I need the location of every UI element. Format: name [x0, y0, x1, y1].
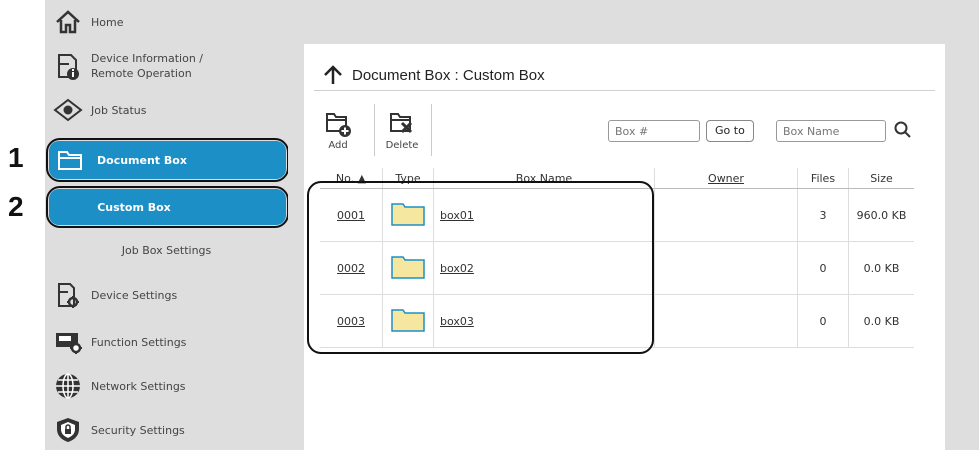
box-number-link[interactable]: 0002: [337, 262, 365, 275]
files-cell: 0: [797, 241, 849, 295]
function-settings-icon: [53, 327, 83, 357]
owner-cell: [654, 188, 798, 242]
box-number-input[interactable]: [608, 120, 700, 142]
breadcrumb-text: Document Box : Custom Box: [352, 66, 545, 84]
sidebar-item-label: Custom Box: [97, 200, 171, 214]
search-icon[interactable]: [894, 121, 912, 143]
document-box-panel: Document Box : Custom Box Add Delete Go …: [304, 44, 945, 450]
sidebar-item-custom-box[interactable]: Custom Box: [46, 186, 289, 228]
sidebar-item-job-status[interactable]: Job Status: [45, 88, 288, 132]
box-number-link[interactable]: 0003: [337, 315, 365, 328]
add-button[interactable]: Add: [314, 104, 362, 154]
security-shield-icon: [53, 415, 83, 445]
sidebar-item-device-information[interactable]: Device Information / Remote Operation: [45, 44, 288, 88]
delete-button[interactable]: Delete: [378, 104, 426, 154]
main-area: Document Box : Custom Box Add Delete Go …: [288, 0, 979, 450]
go-to-button[interactable]: Go to: [706, 120, 754, 142]
table-row: 0002 box02 0 0.0 KB: [320, 241, 914, 295]
table-row: 0003 box03 0 0.0 KB: [320, 294, 914, 348]
home-icon: [53, 7, 83, 37]
device-info-icon: [53, 51, 83, 81]
folder-delete-icon: [388, 110, 416, 138]
folder-add-icon: [324, 110, 352, 138]
sidebar-item-security-settings[interactable]: Security Settings: [45, 408, 288, 452]
callout-2: 2: [8, 191, 24, 222]
sidebar-item-device-settings[interactable]: Device Settings: [45, 273, 288, 317]
callout-1: 1: [8, 142, 24, 173]
column-header-files: Files: [797, 168, 849, 189]
folder-icon: [391, 202, 425, 229]
column-header-type: Type: [382, 168, 434, 189]
size-cell: 960.0 KB: [848, 188, 914, 242]
sidebar-item-document-box[interactable]: Document Box: [46, 138, 289, 182]
owner-cell: [654, 294, 798, 348]
sidebar-item-label: Home: [91, 15, 124, 29]
folder-icon: [391, 255, 425, 282]
box-number-link[interactable]: 0001: [337, 209, 365, 222]
sidebar-item-label: Network Settings: [91, 379, 186, 393]
box-name-link[interactable]: box01: [434, 209, 474, 222]
folder-icon: [55, 145, 85, 175]
sidebar-item-job-box-settings[interactable]: Job Box Settings: [45, 228, 288, 272]
owner-cell: [654, 241, 798, 295]
arrow-up-icon[interactable]: [322, 64, 344, 86]
delete-label: Delete: [385, 140, 419, 151]
box-name-input[interactable]: [776, 120, 886, 142]
sidebar-item-label: Job Box Settings: [121, 243, 212, 257]
box-table: No. ▲ Type Box Name Owner Files Size 000…: [320, 168, 914, 348]
column-header-owner[interactable]: Owner: [654, 168, 798, 189]
table-row: 0001 box01 3 960.0 KB: [320, 188, 914, 242]
device-settings-icon: [53, 280, 83, 310]
folder-icon: [391, 308, 425, 335]
breadcrumb: Document Box : Custom Box: [322, 64, 545, 86]
sidebar-item-label: Document Box: [97, 153, 187, 167]
size-cell: 0.0 KB: [848, 294, 914, 348]
box-name-link[interactable]: box02: [434, 262, 474, 275]
add-label: Add: [328, 140, 348, 151]
files-cell: 0: [797, 294, 849, 348]
network-globe-icon: [53, 371, 83, 401]
sidebar-item-function-settings[interactable]: Function Settings: [45, 320, 288, 364]
divider: [431, 104, 432, 156]
column-header-box-name[interactable]: Box Name: [433, 168, 655, 189]
sidebar-item-label: Job Status: [91, 103, 147, 117]
divider: [314, 90, 935, 91]
divider: [374, 104, 375, 156]
sidebar: Home Device Information / Remote Operati…: [45, 0, 289, 452]
job-status-icon: [53, 95, 83, 125]
sidebar-item-label: Function Settings: [91, 335, 187, 349]
files-cell: 3: [797, 188, 849, 242]
size-cell: 0.0 KB: [848, 241, 914, 295]
table-header-row: No. ▲ Type Box Name Owner Files Size: [320, 168, 914, 189]
box-name-link[interactable]: box03: [434, 315, 474, 328]
column-header-size: Size: [848, 168, 914, 189]
sidebar-item-network-settings[interactable]: Network Settings: [45, 364, 288, 408]
sidebar-item-label: Security Settings: [91, 423, 185, 437]
sidebar-item-label: Device Information / Remote Operation: [91, 52, 203, 80]
sidebar-item-label: Device Settings: [91, 288, 178, 302]
column-header-number[interactable]: No. ▲: [320, 168, 383, 189]
sidebar-item-home[interactable]: Home: [45, 0, 288, 44]
